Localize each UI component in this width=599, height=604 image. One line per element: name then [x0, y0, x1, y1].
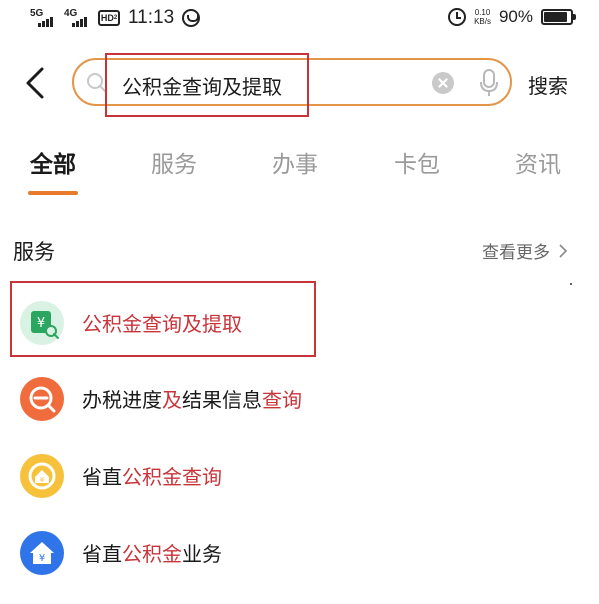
result-annotation-box — [10, 281, 316, 357]
tab-news[interactable]: 资讯 — [515, 145, 561, 179]
result-row[interactable]: ¥ 省直公积金查询 — [0, 439, 599, 509]
result-label: 办税进度及结果信息查询 — [82, 388, 302, 412]
tab-card-wallet[interactable]: 卡包 — [394, 145, 440, 179]
gold-house-icon: ¥ — [20, 454, 64, 498]
active-tab-indicator — [28, 191, 78, 195]
battery-percent: 90% — [498, 7, 533, 26]
search-button[interactable]: 搜索 — [528, 70, 568, 99]
microphone-icon[interactable] — [478, 68, 500, 98]
battery-icon — [541, 9, 576, 25]
result-label: 省直公积金查询 — [82, 465, 222, 489]
alarm-icon — [448, 8, 467, 26]
view-more-label: 查看更多 — [482, 243, 550, 263]
signal-5g-icon: 5G — [30, 8, 56, 28]
status-bar: 5G 4G HD 2 11:13 0.10 KB/s 90% — [0, 0, 599, 40]
signal-4g-icon: 4G — [64, 8, 90, 28]
stray-dot — [570, 283, 572, 285]
result-row[interactable]: 办税进度及结果信息查询 — [0, 362, 599, 432]
view-more-link[interactable]: 查看更多 — [482, 238, 568, 263]
clear-icon[interactable] — [432, 72, 454, 94]
tab-all[interactable]: 全部 — [30, 145, 76, 179]
tab-services[interactable]: 服务 — [151, 145, 197, 179]
hd-voice-icon: HD 2 — [98, 10, 120, 26]
status-right: 0.10 KB/s 90% — [448, 7, 576, 27]
notification-bubble-icon — [182, 9, 201, 27]
svg-text:¥: ¥ — [39, 553, 45, 564]
result-label: 省直公积金业务 — [82, 542, 222, 566]
network-speed: 0.10 KB/s — [474, 8, 491, 26]
tab-affairs[interactable]: 办事 — [272, 145, 318, 179]
tax-search-icon — [20, 377, 64, 421]
chevron-right-icon — [559, 243, 568, 258]
section-title: 服务 — [13, 240, 55, 264]
svg-text:¥: ¥ — [40, 476, 45, 484]
back-arrow-icon[interactable] — [22, 66, 52, 100]
blue-house-icon: ¥ — [20, 531, 64, 575]
result-row[interactable]: ¥ 省直公积金业务 — [0, 516, 599, 586]
search-annotation-box — [105, 53, 309, 117]
status-left: 5G 4G HD 2 11:13 — [30, 7, 201, 29]
status-time: 11:13 — [128, 7, 175, 28]
